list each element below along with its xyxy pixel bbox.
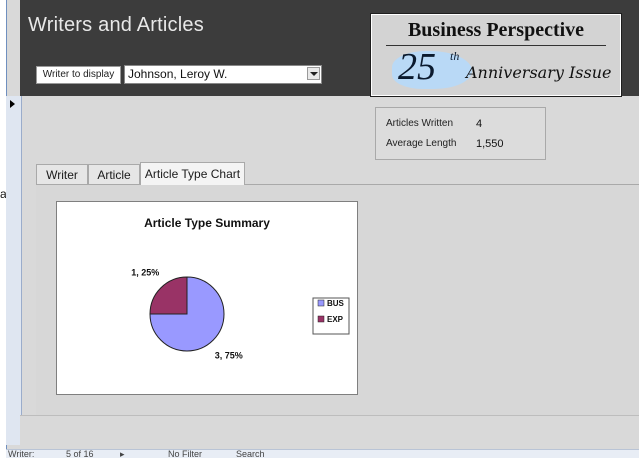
articles-written-label: Articles Written [386, 118, 454, 129]
form-footer [20, 415, 639, 446]
tab-article-type-chart[interactable]: Article Type Chart [140, 162, 245, 185]
legend-label-exp: EXP [327, 315, 344, 324]
article-type-chart: Article Type Summary 3, 75% 1, 25% BUS EXP [56, 201, 358, 395]
pie-data-label: 1, 25% [131, 267, 159, 277]
writer-filter-label: Writer to display [36, 66, 121, 84]
record-nav-label: Writer: [8, 449, 35, 459]
writer-stats-box: Articles Written 4 Average Length 1,550 [375, 107, 546, 160]
pie-chart-svg: Article Type Summary 3, 75% 1, 25% BUS EXP [131, 216, 350, 361]
writer-combo-box[interactable]: Johnson, Leroy W. [124, 65, 322, 84]
dropdown-button[interactable] [307, 67, 320, 80]
form-title: Writers and Articles [28, 14, 204, 36]
articles-written-value: 4 [476, 118, 483, 130]
banner-number: 25 [398, 46, 436, 88]
tab-article[interactable]: Article [88, 164, 140, 184]
record-selector[interactable] [6, 96, 22, 445]
legend-swatch-exp [317, 315, 325, 323]
legend-label-bus: BUS [327, 299, 345, 308]
banner-logo: Business Perspective 25 th Anniversary I… [370, 13, 622, 97]
pie-slice-exp [149, 276, 188, 315]
chart-title: Article Type Summary [144, 216, 270, 230]
filter-status[interactable]: No Filter [168, 450, 202, 459]
tab-writer[interactable]: Writer [36, 164, 88, 184]
banner-title: Business Perspective [407, 19, 585, 41]
search-input[interactable]: Search [236, 450, 265, 459]
pie-data-label: 3, 75% [215, 351, 243, 361]
legend-swatch-bus [317, 299, 325, 307]
next-record-icon[interactable]: ▸ [120, 450, 125, 459]
average-length-value: 1,550 [476, 138, 504, 150]
banner-subtitle: Anniversary Issue [466, 63, 612, 82]
average-length-label: Average Length [386, 138, 457, 149]
record-position-field[interactable]: 5 of 16 [66, 450, 94, 459]
banner-number-suffix: th [450, 49, 460, 63]
writer-combo-value: Johnson, Leroy W. [128, 67, 228, 81]
chevron-down-icon [310, 72, 318, 76]
current-record-arrow-icon [10, 100, 15, 108]
